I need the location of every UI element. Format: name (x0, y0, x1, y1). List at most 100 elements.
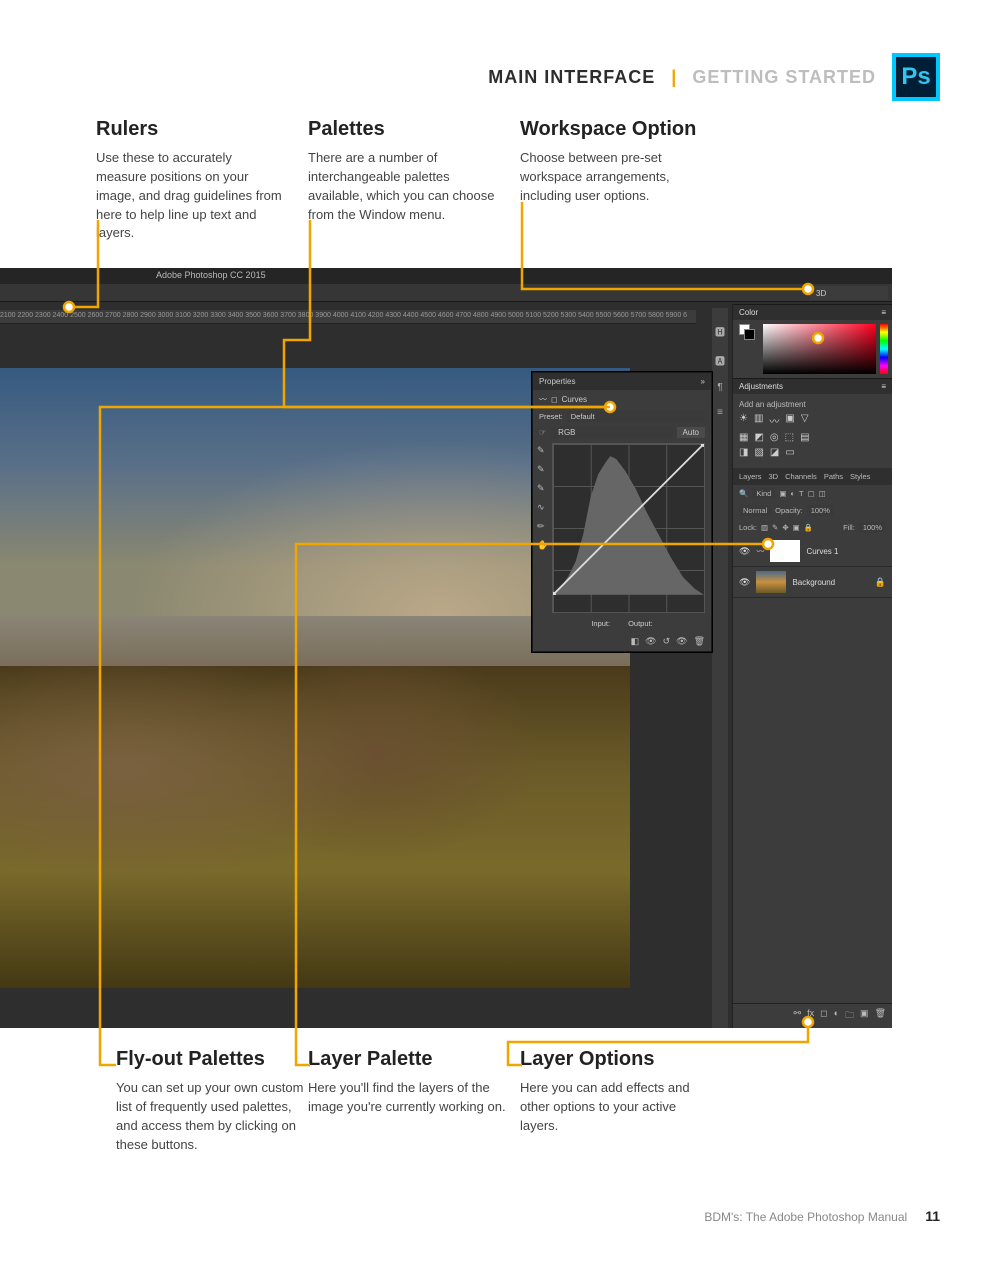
properties-panel[interactable]: Properties » 〰 ◻ Curves Preset: Default … (532, 372, 712, 652)
curves-graph[interactable] (552, 443, 705, 613)
color-picker-field[interactable] (763, 324, 876, 374)
adjustment-icons-row: ▦ ◩ ◎ ⬚ ▤ (739, 432, 886, 443)
mask-icon[interactable]: ◻ (551, 395, 558, 404)
levels-icon[interactable]: ▥ (754, 413, 763, 428)
tab-3d[interactable]: 3D (769, 472, 779, 481)
auto-button[interactable]: Auto (677, 427, 705, 438)
filter-smart-icon[interactable]: ◫ (819, 489, 826, 498)
link-layers-icon[interactable]: ⚯ (794, 1008, 802, 1024)
filter-image-icon[interactable]: ▣ (779, 489, 786, 498)
previous-state-icon[interactable]: 👁 (645, 636, 656, 647)
layer-mask-icon[interactable]: ◻ (820, 1008, 827, 1024)
group-icon[interactable]: 🗀 (845, 1008, 854, 1024)
panel-menu-icon[interactable]: ≡ (881, 308, 886, 317)
flyout-icon[interactable]: 🅷 (715, 324, 725, 339)
panel-title: Color (739, 308, 758, 317)
panel-title: Adjustments (739, 382, 783, 391)
lock-position-icon[interactable]: ✥ (782, 523, 788, 532)
new-layer-icon[interactable]: ▣ (860, 1008, 869, 1024)
tab-styles[interactable]: Styles (850, 472, 870, 481)
curves-icon[interactable]: 〰 (769, 413, 779, 428)
horizontal-ruler[interactable]: 2100 2200 2300 2400 2500 2600 2700 2800 … (0, 310, 696, 324)
delete-adjustment-icon[interactable]: 🗑 (694, 636, 705, 647)
invert-icon[interactable]: ◨ (739, 447, 748, 458)
properties-footer: ◧ 👁 ↺ 👁 🗑 (533, 632, 711, 651)
fill-value[interactable]: 100% (859, 522, 886, 533)
layer-thumbnail[interactable] (756, 571, 786, 593)
channel-select[interactable]: RGB (550, 427, 672, 438)
lock-pixels-icon[interactable]: ✎ (772, 523, 778, 532)
filter-kind-icon[interactable]: 🔍 (739, 489, 748, 498)
preset-select[interactable]: Default (567, 411, 705, 422)
clip-icon[interactable]: ◧ (631, 636, 640, 647)
gradient-map-icon[interactable]: ▭ (785, 447, 794, 458)
layer-row[interactable]: 👁 〰 Curves 1 (733, 536, 892, 567)
page-footer: BDM's: The Adobe Photoshop Manual 11 (704, 1208, 940, 1224)
toggle-visibility-icon[interactable]: 👁 (676, 636, 687, 647)
callout-title: Rulers (96, 118, 286, 141)
callout-title: Layer Options (520, 1048, 710, 1071)
callout-title: Palettes (308, 118, 498, 141)
channel-mixer-icon[interactable]: ⬚ (785, 432, 794, 443)
exposure-icon[interactable]: ▣ (785, 413, 794, 428)
layer-mask-thumbnail[interactable] (770, 540, 800, 562)
tab-channels[interactable]: Channels (785, 472, 817, 481)
header-title: MAIN INTERFACE (488, 67, 655, 88)
callout-palettes: Palettes There are a number of interchan… (308, 118, 498, 224)
app-title: Adobe Photoshop CC 2015 (156, 270, 266, 280)
photo-filter-icon[interactable]: ◎ (770, 432, 779, 443)
visibility-toggle-icon[interactable]: 👁 (739, 546, 750, 557)
vibrance-icon[interactable]: ▽ (801, 413, 809, 428)
footer-book-title: BDM's: The Adobe Photoshop Manual (704, 1210, 907, 1224)
hand-icon[interactable]: ✋ (537, 540, 548, 551)
adjustment-icons-row: ◨ ▧ ◪ ▭ (739, 447, 886, 458)
tab-layers[interactable]: Layers (739, 472, 762, 481)
edit-points-icon[interactable]: ∿ (537, 502, 548, 513)
panel-collapse-icon[interactable]: » (701, 377, 705, 386)
workspace-selector[interactable]: 3D (810, 286, 888, 300)
target-adjustment-icon[interactable]: ☞ (539, 428, 546, 437)
draw-curve-icon[interactable]: ✏ (537, 521, 548, 532)
adjustment-layer-icon[interactable]: ◐ (834, 1008, 839, 1024)
lock-all-icon[interactable]: 🔒 (804, 523, 813, 532)
lock-transparency-icon[interactable]: ▨ (761, 523, 768, 532)
filter-shape-icon[interactable]: ▢ (808, 489, 815, 498)
reset-icon[interactable]: ↺ (663, 636, 671, 647)
adjustments-panel-tab[interactable]: Adjustments ≡ (733, 378, 892, 394)
brightness-icon[interactable]: ☀ (739, 413, 748, 428)
flyout-icon[interactable]: ¶ (717, 382, 722, 393)
visibility-toggle-icon[interactable]: 👁 (739, 577, 750, 588)
panel-menu-icon[interactable]: ≡ (881, 382, 886, 391)
delete-layer-icon[interactable]: 🗑 (875, 1008, 886, 1024)
bw-icon[interactable]: ◩ (754, 432, 763, 443)
eyedropper-black-icon[interactable]: ✎ (537, 445, 548, 456)
hue-slider[interactable] (880, 324, 888, 374)
flyout-icon[interactable]: ≡ (717, 407, 723, 418)
layer-name[interactable]: Background (792, 578, 835, 587)
layer-fx-icon[interactable]: fx (807, 1008, 814, 1024)
callout-workspace: Workspace Option Choose between pre-set … (520, 118, 710, 206)
flyout-icon[interactable]: 🅰 (715, 353, 725, 368)
posterize-icon[interactable]: ▧ (754, 447, 763, 458)
lock-artboard-icon[interactable]: ▣ (793, 523, 800, 532)
eyedropper-gray-icon[interactable]: ✎ (537, 464, 548, 475)
color-panel-tab[interactable]: Color ≡ (733, 304, 892, 320)
fg-bg-swatch[interactable] (739, 324, 755, 340)
blend-mode-select[interactable]: Normal (739, 505, 771, 516)
tab-paths[interactable]: Paths (824, 472, 843, 481)
layer-name[interactable]: Curves 1 (806, 547, 838, 556)
threshold-icon[interactable]: ◪ (770, 447, 779, 458)
callout-layer-options: Layer Options Here you can add effects a… (520, 1048, 710, 1136)
background-swatch[interactable] (744, 329, 755, 340)
layer-row[interactable]: 👁 Background 🔒 (733, 567, 892, 598)
opacity-value[interactable]: 100% (807, 505, 834, 516)
filter-type-icon[interactable]: T (799, 489, 804, 498)
lookup-icon[interactable]: ▤ (800, 432, 809, 443)
hue-icon[interactable]: ▦ (739, 432, 748, 443)
adjustment-type: Curves (562, 395, 587, 404)
callout-flyout: Fly-out Palettes You can set up your own… (116, 1048, 306, 1154)
curves-tool-strip: ✎ ✎ ✎ ∿ ✏ ✋ (533, 441, 552, 615)
eyedropper-white-icon[interactable]: ✎ (537, 483, 548, 494)
filter-adjustment-icon[interactable]: ◐ (790, 489, 795, 498)
filter-kind-select[interactable]: Kind (752, 488, 775, 499)
